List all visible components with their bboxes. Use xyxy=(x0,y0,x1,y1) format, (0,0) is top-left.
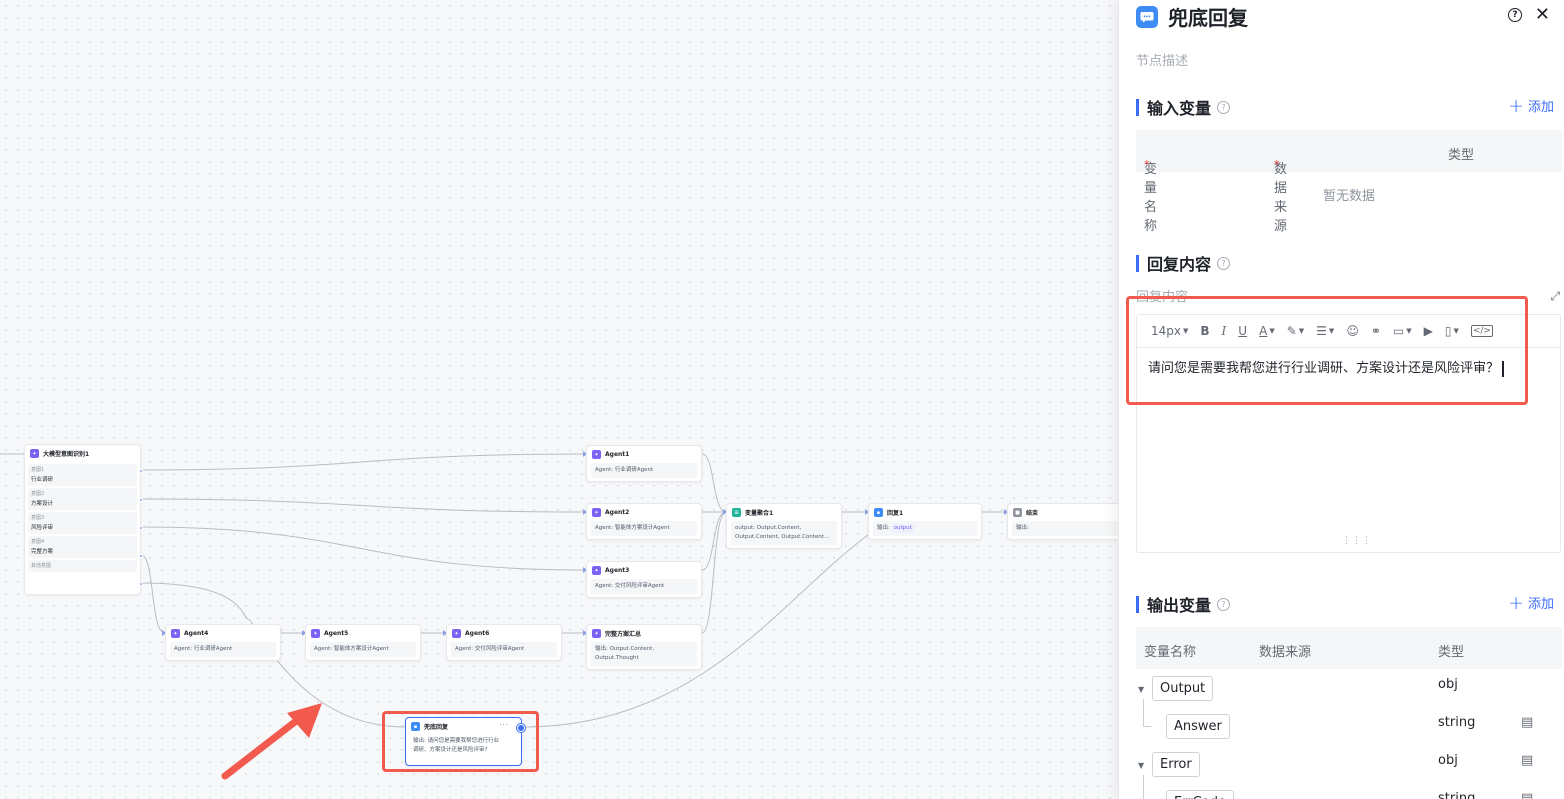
add-input-variable-button[interactable]: + 添加 xyxy=(1508,96,1554,115)
node-description-input[interactable]: 节点描述 xyxy=(1136,50,1188,69)
panel-title: 兜底回复 xyxy=(1168,6,1248,30)
question-icon[interactable]: ? xyxy=(1217,256,1231,270)
pointer-arrow xyxy=(221,703,322,780)
output-var-row: ErrCode string ▤ xyxy=(1136,787,1562,799)
required-mark: * xyxy=(1144,158,1150,171)
expand-caret-icon[interactable]: ▼ xyxy=(1138,761,1144,770)
section-title-text: 输入变量 xyxy=(1147,99,1212,118)
panel-header: 兜底回复 xyxy=(1136,2,1248,31)
section-title-text: 回复内容 xyxy=(1147,255,1212,274)
section-title-text: 输出变量 xyxy=(1147,596,1212,615)
workflow-canvas[interactable]: ✦ 大模型意图识别1 意图1 行业调研 意图2 方案设计 意图3 风险评审 意图… xyxy=(0,0,1118,799)
document-icon[interactable]: ▤ xyxy=(1521,791,1533,799)
empty-state: 暂无数据 xyxy=(1322,189,1375,204)
var-name-field[interactable]: Output xyxy=(1152,676,1214,701)
output-var-row: ▼ Error obj ▤ xyxy=(1136,749,1562,787)
node-config-panel: 兜底回复 ? ✕ 节点描述 输入变量 ? + 添加 变量名称 * 数据来源 * … xyxy=(1118,0,1564,799)
var-name-field[interactable]: Error xyxy=(1152,752,1200,777)
col-header: 类型 xyxy=(1438,645,1465,660)
plus-icon: + xyxy=(1508,94,1524,117)
document-icon[interactable]: ▤ xyxy=(1521,715,1533,730)
input-variables-title: 输入变量 ? xyxy=(1136,95,1231,119)
add-output-variable-button[interactable]: + 添加 xyxy=(1508,593,1554,612)
resize-handle-icon[interactable]: ⋮⋮⋮ xyxy=(1342,536,1372,546)
plus-icon: + xyxy=(1508,591,1524,614)
col-header: 变量名称 xyxy=(1144,645,1197,660)
output-variables-title: 输出变量 ? xyxy=(1136,592,1231,616)
input-table-header: 变量名称 * 数据来源 * 类型 xyxy=(1136,130,1562,234)
var-name-field[interactable]: ErrCode xyxy=(1166,790,1234,799)
reply-content-title: 回复内容 ? xyxy=(1136,251,1231,275)
var-type: obj xyxy=(1438,753,1458,768)
reply-icon xyxy=(1136,5,1158,28)
var-type: obj xyxy=(1438,677,1458,692)
close-icon[interactable]: ✕ xyxy=(1535,4,1550,25)
question-icon[interactable]: ? xyxy=(1217,100,1231,114)
required-mark: * xyxy=(1274,158,1280,171)
output-var-row: Answer string ▤ xyxy=(1136,711,1562,749)
output-var-row: ▼ Output obj xyxy=(1136,673,1562,711)
highlight-box xyxy=(1126,296,1528,405)
add-label: 添加 xyxy=(1527,100,1554,115)
var-type: string xyxy=(1438,715,1476,730)
var-type: string xyxy=(1438,791,1476,799)
help-icon[interactable]: ? xyxy=(1508,8,1522,22)
output-table-header: 变量名称 数据来源 类型 xyxy=(1136,627,1562,669)
var-name-field[interactable]: Answer xyxy=(1166,714,1230,739)
add-label: 添加 xyxy=(1527,597,1554,612)
question-icon[interactable]: ? xyxy=(1217,597,1231,611)
expand-caret-icon[interactable]: ▼ xyxy=(1138,685,1144,694)
expand-icon[interactable]: ⤢ xyxy=(1550,289,1560,304)
col-header: 数据来源 xyxy=(1259,645,1312,660)
col-header: 类型 xyxy=(1448,148,1475,163)
document-icon[interactable]: ▤ xyxy=(1521,753,1533,768)
